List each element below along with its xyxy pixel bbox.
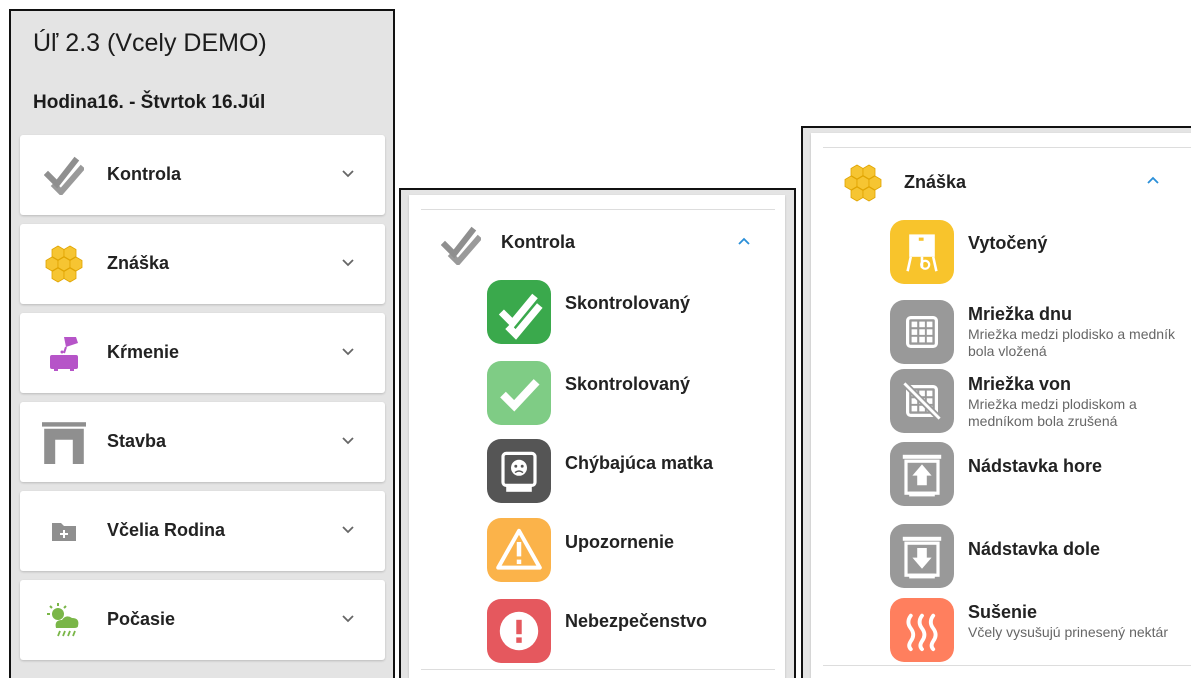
double-check-icon[interactable] (487, 280, 551, 344)
page-subtitle: Hodina16. - Štvrtok 16.Júl (33, 92, 266, 113)
event-label[interactable]: Skontrolovaný (565, 293, 690, 314)
kontrola-card: Kontrola Skontrolovaný Skontrolovaný Chý… (409, 195, 785, 678)
chevron-down-icon[interactable] (341, 436, 355, 446)
menu-item-stavba[interactable]: Stavba (20, 402, 385, 482)
hive-menu-panel: Úľ 2.3 (Vcely DEMO) Hodina16. - Štvrtok … (9, 9, 395, 678)
menu-item-label: Kontrola (107, 164, 181, 184)
section-title: Znáška (904, 172, 967, 192)
event-label[interactable]: Mriežka von (968, 374, 1071, 395)
divider (421, 209, 775, 210)
event-label[interactable]: Skontrolovaný (565, 374, 690, 395)
event-label[interactable]: Vytočený (968, 233, 1047, 254)
menu-item-pocasie[interactable]: Počasie (20, 580, 385, 660)
event-label[interactable]: Nádstavka hore (968, 456, 1102, 477)
double-check-icon (44, 155, 84, 195)
frame-icon (42, 422, 86, 464)
znaska-expanded-panel: Znáška Vytočený Mriežka dnu Mriežka medz… (801, 126, 1191, 678)
chevron-down-icon[interactable] (341, 525, 355, 535)
event-label[interactable]: Nádstavka dole (968, 539, 1100, 560)
chevron-up-icon[interactable] (737, 236, 751, 246)
event-label[interactable]: Sušenie (968, 602, 1037, 623)
menu-item-krmenie[interactable]: Kŕmenie (20, 313, 385, 393)
grid-off-icon[interactable] (890, 369, 954, 433)
event-description: Mriežka medzi plodisko a medník bola vlo… (968, 326, 1175, 359)
divider (823, 665, 1191, 666)
extractor-icon[interactable] (890, 220, 954, 284)
super-up-icon[interactable] (890, 442, 954, 506)
honeycomb-icon (44, 244, 84, 284)
chevron-down-icon[interactable] (341, 347, 355, 357)
honeycomb-icon (843, 163, 883, 203)
menu-item-vcelia-rodina[interactable]: Včelia Rodina (20, 491, 385, 571)
super-down-icon[interactable] (890, 524, 954, 588)
chevron-down-icon[interactable] (341, 258, 355, 268)
event-description: Včely vysušujú prinesený nektár (968, 624, 1168, 640)
danger-icon[interactable] (487, 599, 551, 663)
menu-item-kontrola[interactable]: Kontrola (20, 135, 385, 215)
check-icon[interactable] (487, 361, 551, 425)
event-label[interactable]: Chýbajúca matka (565, 453, 713, 474)
feeder-icon (50, 337, 78, 371)
chevron-down-icon[interactable] (341, 169, 355, 179)
chevron-down-icon[interactable] (341, 614, 355, 624)
hive-sad-icon[interactable] (487, 439, 551, 503)
folder-plus-icon (52, 523, 76, 541)
chevron-up-icon[interactable] (1146, 175, 1160, 185)
divider (823, 147, 1191, 148)
section-title: Kontrola (501, 232, 575, 252)
znaska-card: Znáška Vytočený Mriežka dnu Mriežka medz… (811, 133, 1191, 678)
divider (421, 669, 775, 670)
menu-item-label: Počasie (107, 609, 176, 629)
menu-item-label: Kŕmenie (107, 342, 180, 362)
menu-item-znaska[interactable]: Znáška (20, 224, 385, 304)
weather-icon (47, 603, 79, 637)
menu-item-label: Včelia Rodina (107, 520, 226, 540)
menu-item-label: Znáška (107, 253, 170, 273)
page-title: Úľ 2.3 (Vcely DEMO) (33, 29, 267, 57)
event-label[interactable]: Mriežka dnu (968, 304, 1072, 325)
heat-icon[interactable] (890, 598, 954, 662)
grid-icon[interactable] (890, 300, 954, 364)
kontrola-expanded-panel: Kontrola Skontrolovaný Skontrolovaný Chý… (399, 188, 796, 678)
warning-icon[interactable] (487, 518, 551, 582)
event-label[interactable]: Upozornenie (565, 532, 674, 553)
double-check-icon (441, 225, 481, 265)
menu-item-label: Stavba (107, 431, 167, 451)
event-label[interactable]: Nebezpečenstvo (565, 611, 707, 632)
event-description: Mriežka medzi plodiskom a medníkom bola … (968, 396, 1137, 429)
